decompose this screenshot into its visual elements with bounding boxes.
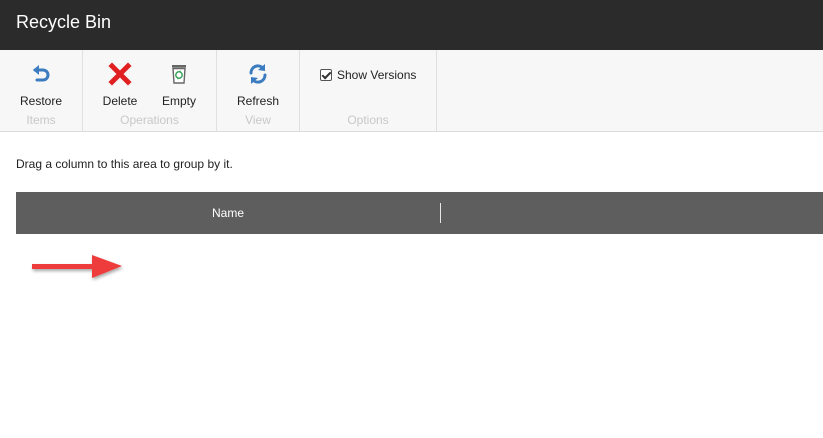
empty-label: Empty [161, 94, 196, 108]
red-arrow-icon [32, 255, 122, 278]
checkbox-checked-icon[interactable] [320, 69, 332, 81]
column-resize-handle[interactable] [440, 203, 441, 223]
column-header-name[interactable]: Name [16, 192, 440, 234]
restore-label: Restore [19, 94, 63, 108]
restore-button[interactable]: Restore [0, 62, 82, 108]
undo-arrow-icon [33, 65, 50, 82]
group-label-operations: Operations [120, 113, 179, 127]
group-label-view: View [245, 113, 271, 127]
group-label-items: Items [26, 113, 56, 127]
ribbon-group-items: Restore Items [0, 50, 83, 131]
grid-header: Name [16, 192, 823, 234]
group-label-options: Options [347, 113, 389, 127]
refresh-icon [249, 64, 267, 84]
show-versions-label: Show Versions [337, 68, 417, 82]
show-versions-checkbox[interactable]: Show Versions [320, 68, 416, 82]
empty-button[interactable]: Empty [155, 62, 203, 108]
trash-bin-icon [172, 65, 186, 84]
refresh-label: Refresh [236, 94, 280, 108]
title-bar: Recycle Bin [0, 0, 823, 50]
red-x-icon [108, 62, 132, 86]
group-by-drop-area[interactable]: Drag a column to this area to group by i… [16, 157, 233, 171]
ribbon-group-operations: Delete Empty Operations [83, 50, 217, 131]
window-title: Recycle Bin [16, 12, 112, 32]
ribbon-group-view: Refresh View [217, 50, 300, 131]
ribbon-group-options: Show Versions Options [300, 50, 437, 131]
delete-button[interactable]: Delete [95, 62, 145, 108]
ribbon-toolbar: Restore Items Delete Empty Operations Re… [0, 50, 823, 132]
delete-label: Delete [102, 94, 138, 108]
refresh-button[interactable]: Refresh [217, 62, 299, 108]
